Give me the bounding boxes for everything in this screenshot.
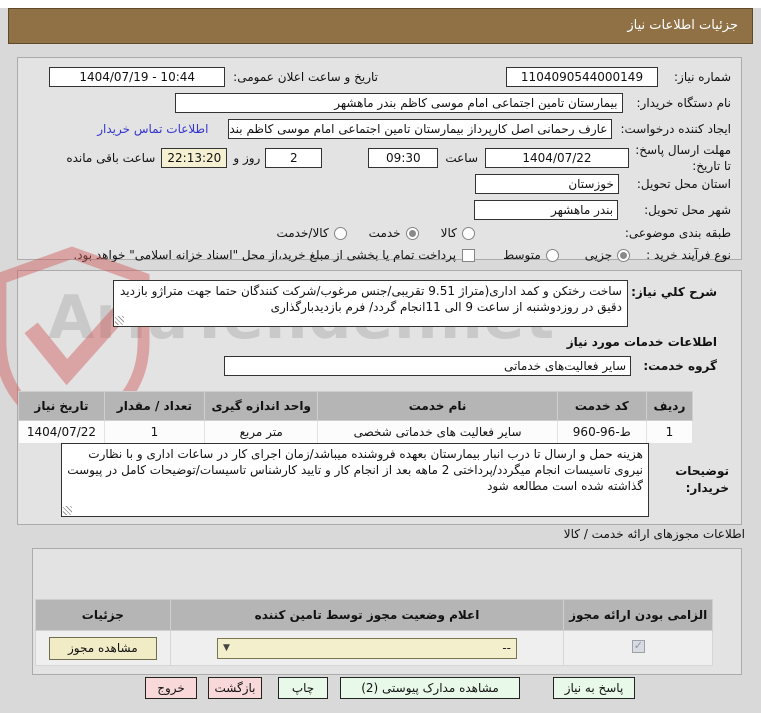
cell-service-name: سایر فعالیت های خدماتی شخصی	[317, 420, 558, 444]
resize-grip-icon[interactable]	[115, 316, 124, 325]
request-creator-field[interactable]: عارف رحمانی اصل کارپرداز بیمارستان تامین…	[228, 119, 613, 139]
need-description-label: شرح کلي نیاز:	[631, 285, 717, 299]
need-description-text: ساخت رختکن و کمد اداری(متراژ 9.51 تقریبی…	[119, 284, 622, 315]
back-button[interactable]: بازگشت	[208, 677, 262, 699]
cell-service-code: ط-96-960	[556, 420, 647, 444]
announce-datetime-label: تاریخ و ساعت اعلان عمومی:	[233, 70, 378, 84]
col-unit: واحد اندازه گیری	[203, 391, 319, 421]
exit-button[interactable]: خروج	[145, 677, 197, 699]
col-quantity: تعداد / مقدار	[103, 391, 205, 421]
cell-row-number: 1	[645, 420, 694, 444]
category-option-service-label: خدمت	[368, 226, 401, 240]
print-button[interactable]: چاپ	[278, 677, 328, 699]
treasury-docs-checkbox[interactable]	[462, 248, 476, 262]
col-permit-required: الزامی بودن ارائه مجوز	[563, 599, 713, 631]
permits-table-row: -- ▼ مشاهده مجوز	[35, 630, 713, 666]
deadline-label: مهلت ارسال پاسخ: تا تاریخ:	[635, 142, 731, 173]
service-group-label: گروه خدمت:	[643, 359, 717, 373]
deadline-row: مهلت ارسال پاسخ: تا تاریخ: 1404/07/22 سا…	[24, 138, 731, 178]
remaining-time-label: ساعت باقی مانده	[66, 151, 156, 165]
need-number-field[interactable]: 1104090544000149	[506, 67, 658, 87]
treasury-docs-label: پرداخت تمام یا بخشی از مبلغ خرید،از محل …	[73, 248, 457, 262]
permits-table-header-row: الزامی بودن ارائه مجوز اعلام وضعیت مجوز …	[35, 599, 713, 631]
col-service-code: کد خدمت	[556, 391, 647, 421]
request-creator-row: ایجاد کننده درخواست: عارف رحمانی اصل کار…	[24, 118, 731, 140]
buyer-org-row: نام دستگاه خریدار: بیمارستان تامین اجتما…	[24, 92, 731, 114]
services-section-title: اطلاعات خدمات مورد نیاز	[566, 335, 717, 349]
chevron-down-icon: ▼	[223, 643, 230, 653]
cell-permit-required	[563, 630, 713, 666]
services-table: ردیف کد خدمت نام خدمت واحد اندازه گیری ت…	[18, 391, 694, 444]
permits-section-title: اطلاعات مجوزهای ارائه خدمت / کالا	[563, 527, 745, 541]
cell-permit-details: مشاهده مجوز	[35, 630, 171, 666]
city-field[interactable]: بندر ماهشهر	[474, 200, 619, 220]
category-row: طبقه بندی موضوعی: کالا خدمت کالا/خدمت	[24, 223, 731, 243]
remaining-time-field: 22:13:20	[161, 148, 228, 168]
category-radio-service[interactable]	[405, 226, 419, 240]
deadline-days-field[interactable]: 2	[265, 148, 323, 168]
view-attachments-button[interactable]: مشاهده مدارک پیوستی (2)	[340, 677, 520, 699]
buyer-org-label: نام دستگاه خریدار:	[636, 96, 732, 110]
need-details-page: جزئیات اطلاعات نیاز شماره نیاز: 11040905…	[0, 0, 761, 713]
top-strip	[0, 0, 761, 8]
page-title: جزئیات اطلاعات نیاز	[8, 8, 753, 44]
services-table-header-row: ردیف کد خدمت نام خدمت واحد اندازه گیری ت…	[18, 391, 694, 421]
need-number-label: شماره نیاز:	[674, 70, 731, 84]
permit-required-checkbox[interactable]	[631, 639, 645, 653]
deadline-hour-label: ساعت	[445, 151, 478, 165]
cell-permit-status: -- ▼	[169, 630, 565, 666]
category-option-goods-label: کالا	[440, 226, 457, 240]
deadline-days-label: روز و	[233, 151, 261, 165]
resize-grip-icon[interactable]	[63, 506, 72, 515]
province-row: استان محل تحویل: خوزستان	[24, 173, 731, 195]
buyer-org-field[interactable]: بیمارستان تامین اجتماعی امام موسی کاظم ب…	[174, 93, 623, 113]
cell-unit: متر مربع	[203, 420, 319, 444]
permits-table: الزامی بودن ارائه مجوز اعلام وضعیت مجوز …	[35, 599, 713, 666]
cell-quantity: 1	[103, 420, 205, 444]
deadline-hour-field[interactable]: 09:30	[368, 148, 439, 168]
category-radio-goods-service[interactable]	[333, 226, 347, 240]
buyer-notes-text: هزینه حمل و ارسال تا درب انبار بیمارستان…	[67, 447, 643, 494]
announce-datetime-field[interactable]: 1404/07/19 - 10:44	[49, 67, 226, 87]
need-description-textarea[interactable]: ساخت رختکن و کمد اداری(متراژ 9.51 تقریبی…	[113, 280, 628, 327]
province-field[interactable]: خوزستان	[474, 174, 619, 194]
purchase-type-row: نوع فرآیند خرید : جزیی متوسط پرداخت تمام…	[24, 245, 731, 265]
buyer-contact-link[interactable]: اطلاعات تماس خریدار	[97, 122, 208, 136]
purchase-type-radio-minor[interactable]	[617, 248, 631, 262]
services-panel: شرح کلي نیاز: ساخت رختکن و کمد اداری(متر…	[17, 270, 742, 525]
purchase-type-radio-medium[interactable]	[545, 248, 559, 262]
col-need-date: تاریخ نیاز	[18, 391, 105, 421]
city-row: شهر محل تحویل: بندر ماهشهر	[24, 199, 731, 221]
city-label: شهر محل تحویل:	[644, 203, 731, 217]
services-table-row: 1 ط-96-960 سایر فعالیت های خدماتی شخصی م…	[18, 420, 694, 444]
purchase-type-minor-label: جزیی	[584, 248, 613, 262]
col-permit-details: جزئیات	[35, 599, 171, 631]
col-service-name: نام خدمت	[317, 391, 558, 421]
service-group-field[interactable]: سایر فعالیت‌های خدماتی	[224, 356, 631, 376]
footer-buttons: پاسخ به نیاز مشاهده مدارک پیوستی (2) چاپ…	[0, 677, 761, 699]
permit-status-dropdown[interactable]: -- ▼	[217, 637, 517, 659]
buyer-notes-label: توضیحات خریدار:	[675, 464, 729, 495]
category-radio-goods[interactable]	[461, 226, 475, 240]
need-number-row: شماره نیاز: 1104090544000149 تاریخ و ساع…	[24, 66, 731, 88]
province-label: استان محل تحویل:	[636, 177, 731, 191]
general-info-panel: شماره نیاز: 1104090544000149 تاریخ و ساع…	[17, 57, 742, 262]
cell-need-date: 1404/07/22	[18, 420, 105, 444]
respond-to-need-button[interactable]: پاسخ به نیاز	[553, 677, 635, 699]
view-permit-button[interactable]: مشاهده مجوز	[48, 636, 157, 660]
purchase-type-medium-label: متوسط	[503, 248, 541, 262]
request-creator-label: ایجاد کننده درخواست:	[620, 122, 731, 136]
category-label: طبقه بندی موضوعی:	[624, 226, 731, 240]
purchase-type-label: نوع فرآیند خرید :	[646, 248, 731, 262]
permits-panel: الزامی بودن ارائه مجوز اعلام وضعیت مجوز …	[32, 548, 742, 675]
col-permit-status: اعلام وضعیت مجوز توسط تامین کننده	[169, 599, 565, 631]
category-option-goods-service-label: کالا/خدمت	[276, 226, 329, 240]
permit-status-value: --	[502, 641, 511, 655]
buyer-notes-textarea[interactable]: هزینه حمل و ارسال تا درب انبار بیمارستان…	[61, 443, 649, 517]
col-row-number: ردیف	[645, 391, 694, 421]
deadline-date-field[interactable]: 1404/07/22	[485, 148, 629, 168]
